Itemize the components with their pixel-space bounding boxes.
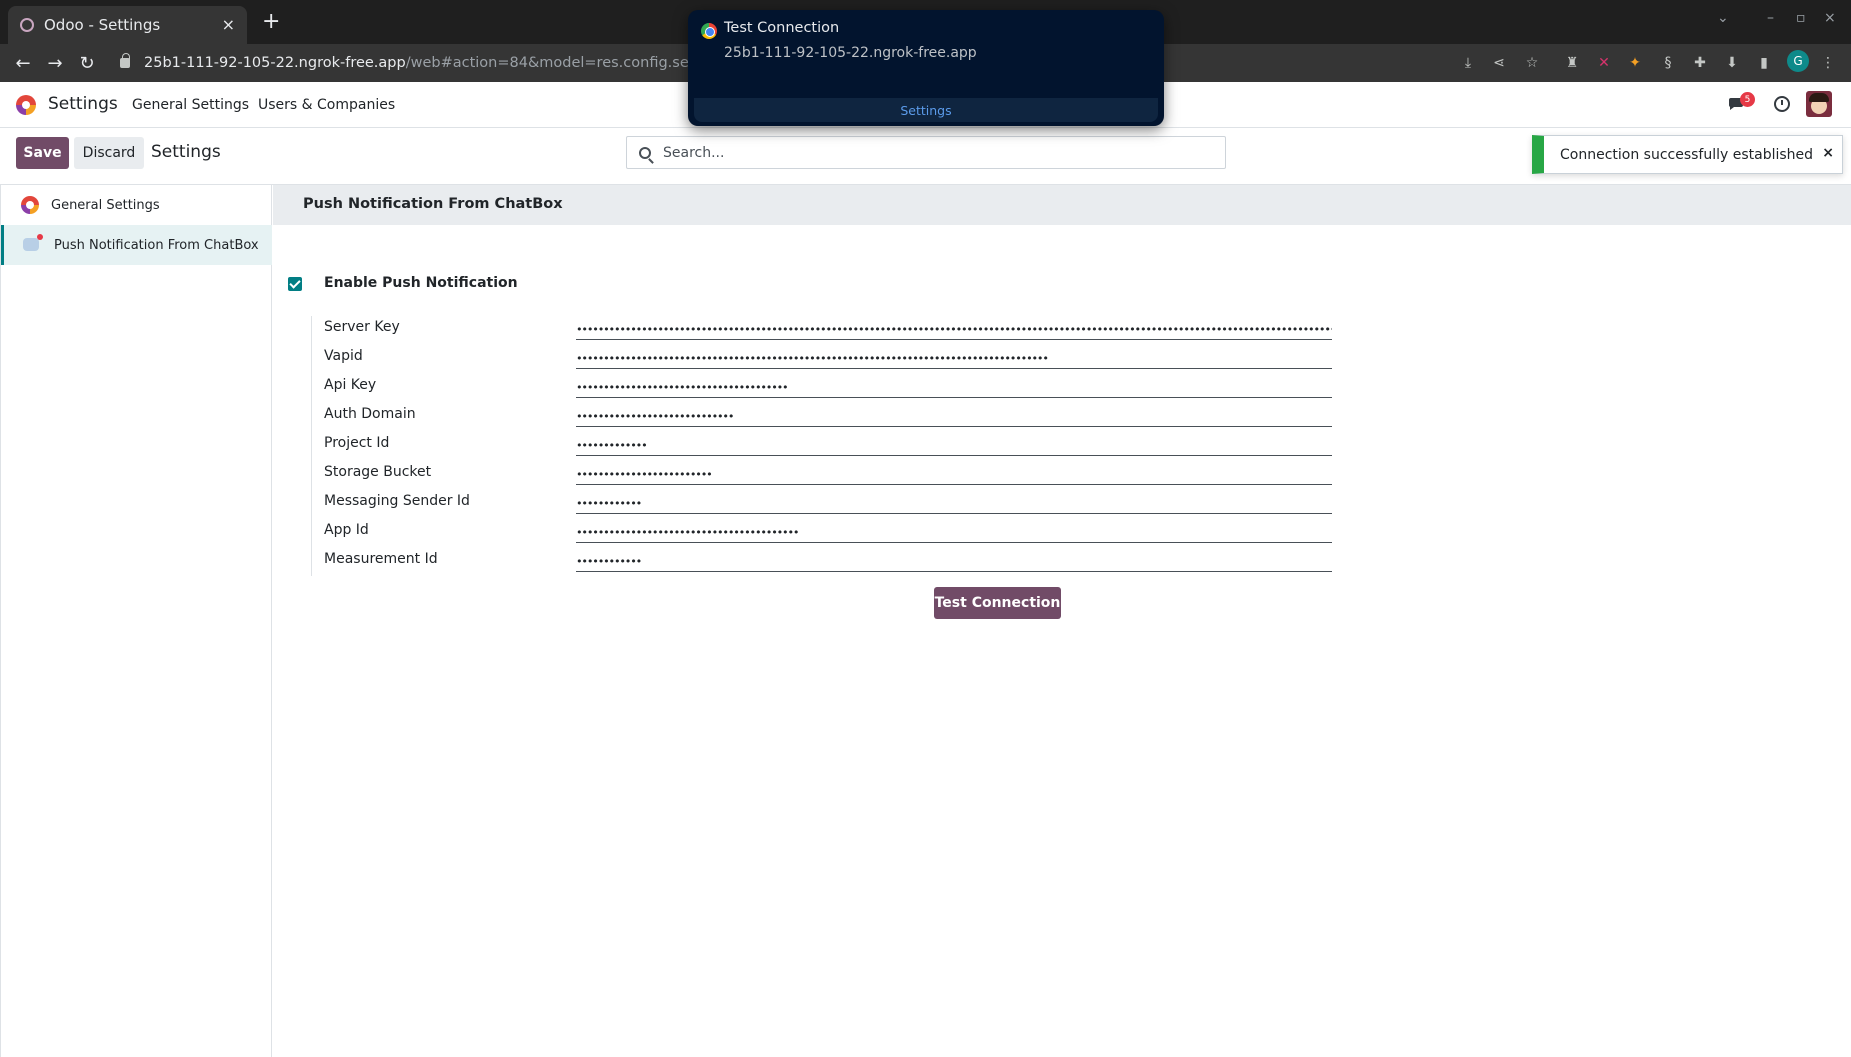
field-label-api-key: Api Key (324, 377, 377, 393)
notification-settings-button[interactable]: Settings (694, 98, 1158, 122)
reload-icon[interactable]: ↻ (74, 50, 100, 76)
enable-push-label: Enable Push Notification (324, 275, 518, 291)
chat-badge: 5 (1740, 92, 1755, 107)
extension-s-icon[interactable]: § (1659, 54, 1677, 72)
window-close-icon[interactable]: × (1824, 10, 1836, 26)
measurement-id-field[interactable] (576, 548, 1332, 572)
field-label-app-id: App Id (324, 522, 369, 538)
notification-title: Test Connection (724, 20, 840, 36)
back-arrow-icon[interactable]: ← (10, 50, 36, 76)
share-icon[interactable]: ⋖ (1490, 54, 1508, 72)
sidebar-item-push-notification[interactable]: Push Notification From ChatBox (1, 225, 272, 265)
field-label-server-key: Server Key (324, 319, 400, 335)
forward-arrow-icon[interactable]: → (42, 50, 68, 76)
new-tab-button[interactable]: + (262, 10, 280, 34)
side-panel-icon[interactable]: ▮ (1755, 54, 1773, 72)
tab-title: Odoo - Settings (44, 16, 161, 34)
odoo-logo-icon[interactable] (16, 95, 36, 115)
app-name[interactable]: Settings (48, 94, 118, 114)
extension-jvt-icon[interactable]: ✦ (1626, 54, 1644, 72)
field-label-project-id: Project Id (324, 435, 390, 451)
search-input[interactable] (663, 144, 1203, 161)
avatar-hair (1809, 93, 1829, 102)
odoo-favicon-icon (20, 18, 34, 32)
downloads-icon[interactable]: ⬇ (1723, 54, 1741, 72)
maximize-icon[interactable]: ▫ (1796, 10, 1806, 26)
breadcrumb: Settings (151, 142, 221, 162)
server-key-field[interactable] (576, 316, 1332, 340)
api-key-field[interactable] (576, 374, 1332, 398)
sidebar-item-general-settings[interactable]: General Settings (1, 185, 272, 225)
messaging-sender-id-field[interactable] (576, 490, 1332, 514)
field-label-storage-bucket: Storage Bucket (324, 464, 432, 480)
search-icon (639, 146, 651, 159)
search-box[interactable] (626, 136, 1226, 169)
tab-close-icon[interactable]: × (222, 17, 235, 33)
success-toast: Connection successfully established × (1532, 135, 1843, 174)
auth-domain-field[interactable] (576, 403, 1332, 427)
toast-message: Connection successfully established (1560, 146, 1814, 163)
minimize-icon[interactable]: – (1767, 10, 1774, 26)
toast-close-icon[interactable]: × (1822, 145, 1834, 161)
project-id-field[interactable] (576, 432, 1332, 456)
test-connection-button[interactable]: Test Connection (934, 587, 1061, 619)
section-title: Push Notification From ChatBox (303, 196, 563, 212)
url-host: 25b1-111-92-105-22.ngrok-free.app (144, 55, 406, 71)
enable-push-checkbox[interactable] (288, 277, 302, 291)
odoo-logo-icon (21, 196, 39, 214)
sidebar-item-label: Push Notification From ChatBox (54, 237, 259, 253)
chrome-logo-icon (701, 23, 717, 39)
url-path: /web#action=84&model=res.config.settings… (405, 55, 720, 71)
address-bar[interactable]: 25b1-111-92-105-22.ngrok-free.app/web#ac… (120, 50, 720, 76)
browser-menu-icon[interactable]: ⋮ (1819, 54, 1837, 72)
notification-origin: 25b1-111-92-105-22.ngrok-free.app (724, 45, 977, 61)
field-label-measurement-id: Measurement Id (324, 551, 438, 567)
menu-users-companies[interactable]: Users & Companies (258, 97, 395, 113)
tab-search-icon[interactable]: ⌄ (1717, 10, 1729, 26)
install-app-icon[interactable]: ⤓ (1459, 54, 1477, 72)
menu-general-settings[interactable]: General Settings (132, 97, 249, 113)
field-label-messaging-sender-id: Messaging Sender Id (324, 493, 470, 509)
lock-icon (120, 53, 130, 68)
app-id-field[interactable] (576, 519, 1332, 543)
bookmark-star-icon[interactable]: ☆ (1523, 54, 1541, 72)
extensions-puzzle-icon[interactable]: ✚ (1691, 54, 1709, 72)
user-avatar[interactable] (1806, 91, 1832, 117)
discard-button[interactable]: Discard (74, 137, 144, 169)
chatbox-icon (23, 234, 43, 251)
activity-clock-icon[interactable] (1774, 96, 1790, 112)
profile-avatar[interactable]: G (1787, 50, 1809, 72)
chrome-notification[interactable]: Test Connection 25b1-111-92-105-22.ngrok… (688, 10, 1164, 126)
field-label-auth-domain: Auth Domain (324, 406, 416, 422)
extension-x-icon[interactable]: ✕ (1595, 54, 1613, 72)
save-button[interactable]: Save (16, 137, 69, 169)
sidebar-item-label: General Settings (51, 197, 160, 213)
field-group-divider (311, 316, 312, 576)
vapid-field[interactable] (576, 345, 1332, 369)
settings-sidebar: General Settings Push Notification From … (0, 185, 272, 1057)
field-label-vapid: Vapid (324, 348, 363, 364)
browser-tab[interactable]: Odoo - Settings × (8, 6, 247, 44)
section-header: Push Notification From ChatBox (273, 185, 1851, 225)
extension-spy-icon[interactable]: ♜ (1563, 54, 1581, 72)
storage-bucket-field[interactable] (576, 461, 1332, 485)
